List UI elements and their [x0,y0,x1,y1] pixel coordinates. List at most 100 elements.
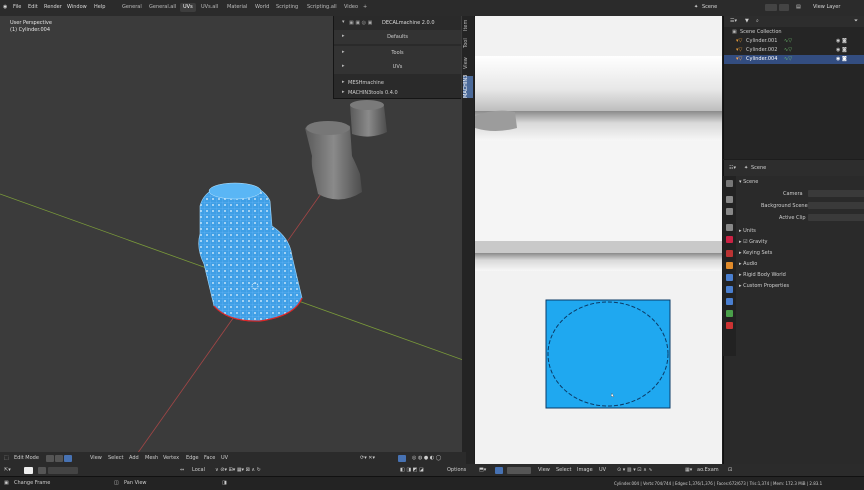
image-name-field[interactable]: ao.Exam [697,467,719,473]
menu-edge[interactable]: Edge [186,455,199,461]
pivot-snap-icons[interactable]: ∨ ⊘▾ ⊞▾ ▦▾ ⊠ ∧ ↻ [215,467,261,473]
section-gravity[interactable]: ▸ ☑ Gravity [739,239,767,245]
vertex-select-button[interactable] [46,455,54,462]
tab-item[interactable]: Item [463,18,473,32]
section-units[interactable]: ▸ Units [739,228,756,234]
machintools-panel[interactable]: ▸ MACHIN3tools 0.4.0 [334,86,461,100]
menu-face[interactable]: Face [204,455,215,461]
uv-canvas[interactable] [475,16,722,464]
scene-tab-icon[interactable] [726,236,733,243]
tab-scripting[interactable]: Scripting [273,3,301,12]
menu-add[interactable]: Add [129,455,139,461]
shading-mode-icons[interactable]: ◎ ◍ ● ◐ ◯ [412,455,441,461]
modifier-tab-icon[interactable] [726,274,733,281]
tool-group-buttons[interactable] [48,467,78,474]
uv-island-selected[interactable] [545,299,671,409]
menu-mesh[interactable]: Mesh [145,455,158,461]
select-box-button[interactable] [24,467,33,474]
output-tab-icon[interactable] [726,208,733,215]
menu-render[interactable]: Render [44,4,62,10]
tab-uvs-all[interactable]: UVs.all [198,3,221,12]
tab-tool[interactable]: Tool [463,36,473,50]
transform-orientation-icon[interactable]: ⇔ [180,467,184,473]
section-audio[interactable]: ▸ Audio [739,261,757,267]
scene-selector[interactable]: Scene [702,4,717,10]
addon-header[interactable]: ▾ ▣ ▣ ◎ ▣ DECALmachine 2.0.0 [334,16,461,30]
menu-window[interactable]: Window [67,4,87,10]
tab-view[interactable]: View [463,56,473,70]
menu-select[interactable]: Select [556,467,571,473]
menu-vertex[interactable]: Vertex [163,455,179,461]
tab-scripting-all[interactable]: Scripting.all [304,3,340,12]
panel-row-uvs[interactable]: ▸ UVs [334,60,461,74]
tab-uvs[interactable]: UVs [180,3,196,12]
section-rigid-body-world[interactable]: ▸ Rigid Body World [739,272,786,278]
properties-editor-icon[interactable]: ☷▾ [729,165,736,171]
menu-uv[interactable]: UV [221,455,228,461]
outliner-row-scene-collection[interactable]: ▣ Scene Collection [724,28,864,37]
menu-view[interactable]: View [538,467,550,473]
section-custom-properties[interactable]: ▸ Custom Properties [739,283,789,289]
active-clip-field[interactable] [808,214,864,221]
cylinder-object-004-selected[interactable] [198,182,303,322]
overlay-toggle-icons[interactable]: ◧ ◨ ◩ ◪ [400,467,424,473]
world-tab-icon[interactable] [726,250,733,257]
select-mode-icon[interactable]: ⇱▾ [4,467,11,473]
menu-view[interactable]: View [90,455,102,461]
tab-world[interactable]: World [252,3,272,12]
edge-select-button[interactable] [55,455,63,462]
image-browse-icon[interactable]: ▦▾ [685,467,692,473]
render-tab-icon[interactable] [726,196,733,203]
menu-edit[interactable]: Edit [28,4,38,10]
visibility-eye-icon[interactable]: ◉ ◙ [836,37,847,46]
material-tab-icon[interactable] [726,322,733,329]
collapse-arrow-icon[interactable]: ▾ [342,19,345,25]
pivot-snap-icons[interactable]: ⊙ ▾ ▥ ▾ ⊡ ∧ ∿ [617,467,653,473]
blender-logo-icon[interactable]: ◉ [3,4,7,10]
view-layer-selector[interactable]: View Layer [813,4,840,10]
camera-field[interactable] [808,190,864,197]
scene-delete-button[interactable] [779,4,789,11]
menu-select[interactable]: Select [108,455,123,461]
view-layer-tab-icon[interactable] [726,224,733,231]
uv-select-mode-buttons[interactable] [507,467,531,474]
mode-selector[interactable]: Edit Mode [14,455,39,461]
menu-file[interactable]: File [13,4,21,10]
physics-tab-icon[interactable] [726,298,733,305]
image-editor-type-icon[interactable]: ⬒▾ [479,467,486,473]
view-icon[interactable]: ⊡ [728,467,732,473]
outliner-row-cylinder-004[interactable]: ▾▽ Cylinder.004 ∿▽ ◉ ◙ [724,55,864,64]
outliner-row-cylinder-001[interactable]: ▾▽ Cylinder.001 ∿▽ ◉ ◙ [724,37,864,46]
object-data-tab-icon[interactable] [726,310,733,317]
visibility-eye-icon[interactable]: ◉ ◙ [836,55,847,64]
tool-button[interactable] [38,467,46,474]
background-scene-field[interactable] [808,202,864,209]
face-select-button[interactable] [64,455,72,462]
filter-icon[interactable]: ▼ [745,17,749,26]
tab-general[interactable]: General [119,3,145,12]
menu-image[interactable]: Image [577,467,593,473]
section-scene-header[interactable]: ▾ Scene [739,179,758,185]
tab-video[interactable]: Video [341,3,361,12]
panel-row-tools[interactable]: ▸ Tools [334,46,461,60]
sync-selection-button[interactable] [495,467,503,474]
overlay-icon[interactable]: ⟳▾ ✕▾ [360,455,375,461]
editor-type-icon[interactable]: ⬚ [4,455,9,461]
uv-image-editor[interactable] [475,16,722,464]
tab-general-all[interactable]: General.all [146,3,179,12]
transform-orientation-selector[interactable]: Local [192,467,205,473]
add-workspace-button[interactable]: + [360,3,370,12]
outliner-row-cylinder-002[interactable]: ▾▽ Cylinder.002 ∿▽ ◉ ◙ [724,46,864,55]
outliner-editor-icon[interactable]: ☰▾ [730,17,737,26]
funnel-icon[interactable]: ⏷ [854,17,858,26]
visibility-eye-icon[interactable]: ◉ ◙ [836,46,847,55]
xray-button[interactable] [398,455,406,462]
search-icon[interactable]: ⌕ [756,17,759,26]
particles-tab-icon[interactable] [726,286,733,293]
section-keying-sets[interactable]: ▸ Keying Sets [739,250,772,256]
menu-help[interactable]: Help [94,4,105,10]
panel-row-defaults[interactable]: ▸ Defaults [334,30,461,44]
cylinder-object-001[interactable] [350,100,387,137]
tool-tab-icon[interactable] [726,180,733,187]
object-tab-icon[interactable] [726,262,733,269]
